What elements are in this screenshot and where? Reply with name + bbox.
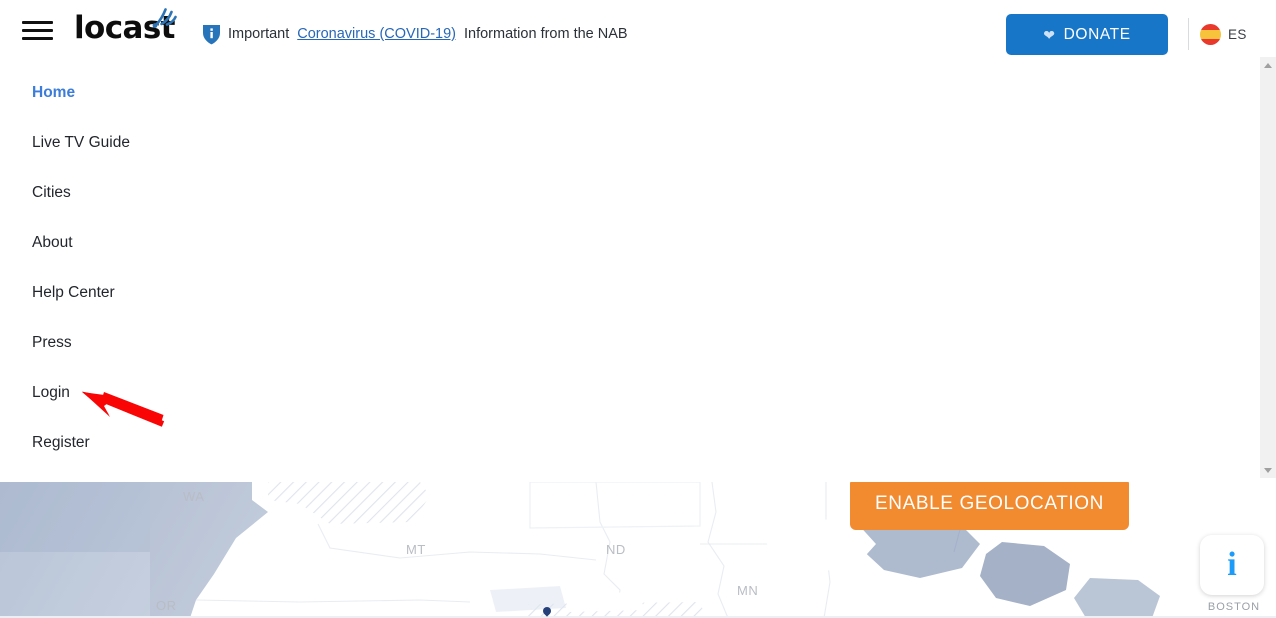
heart-icon: ❤	[1043, 26, 1056, 43]
vertical-scrollbar[interactable]	[1260, 57, 1276, 478]
header-divider	[1188, 18, 1189, 50]
enable-geolocation-button[interactable]: ENABLE GEOLOCATION	[850, 478, 1129, 530]
hamburger-bar	[22, 21, 53, 24]
menu-item-label: Live TV Guide	[32, 134, 130, 151]
scroll-down-arrow-icon[interactable]	[1260, 462, 1276, 478]
map-state-label-mt: MT	[406, 542, 426, 557]
menu-item-live-tv-guide[interactable]: Live TV Guide	[0, 118, 1232, 168]
menu-item-label: Register	[32, 434, 90, 451]
map-state-label-nd: ND	[606, 542, 626, 557]
flag-band	[1200, 29, 1221, 39]
broadcast-signal-icon	[152, 8, 177, 28]
city-name-label: BOSTON	[1207, 601, 1261, 613]
map-state-label-wa: WA	[183, 489, 205, 504]
spain-flag-icon	[1200, 23, 1221, 45]
donate-button[interactable]: ❤ DONATE	[1006, 14, 1168, 55]
covid-info-link[interactable]: Coronavirus (COVID-19)	[297, 26, 456, 42]
brand-logo[interactable]: locast	[74, 8, 177, 47]
covid-announcement-banner: Important Coronavirus (COVID-19) Informa…	[202, 22, 628, 46]
menu-item-label: Cities	[32, 184, 71, 201]
menu-item-register[interactable]: Register	[0, 418, 1232, 468]
menu-item-about[interactable]: About	[0, 218, 1232, 268]
info-shield-icon	[203, 24, 220, 44]
menu-item-label: About	[32, 234, 73, 251]
language-selector[interactable]: ES	[1200, 23, 1247, 45]
map-state-label-mn: MN	[737, 583, 759, 598]
info-i-icon: i	[1227, 546, 1237, 583]
banner-prefix-text: Important	[228, 26, 290, 42]
hamburger-bar	[22, 29, 53, 32]
site-header: locast Important Coronavirus (COVID-19) …	[0, 0, 1276, 68]
navigation-menu-list: Home Live TV Guide Cities About Help Cen…	[0, 68, 1232, 468]
menu-item-home[interactable]: Home	[0, 68, 1232, 118]
scroll-up-arrow-icon[interactable]	[1260, 57, 1276, 73]
menu-item-label: Home	[32, 84, 76, 101]
map-state-label-or: OR	[156, 598, 177, 613]
flag-band	[1200, 38, 1221, 45]
banner-suffix-text: Information from the NAB	[464, 26, 628, 42]
hamburger-bar	[22, 37, 53, 40]
menu-item-label: Help Center	[32, 284, 115, 301]
navigation-drawer: Home Live TV Guide Cities About Help Cen…	[0, 68, 1232, 482]
menu-item-help-center[interactable]: Help Center	[0, 268, 1232, 318]
menu-item-login[interactable]: Login	[0, 368, 1232, 418]
menu-item-label: Login	[32, 384, 70, 401]
city-info-button[interactable]: i	[1200, 535, 1264, 595]
browser-viewport: WA MT ND OR MN ENABLE GEOLOCATION i BOST…	[0, 0, 1276, 618]
menu-item-press[interactable]: Press	[0, 318, 1232, 368]
scrollbar-thumb[interactable]	[1260, 74, 1276, 460]
donate-label: DONATE	[1063, 25, 1131, 43]
language-code: ES	[1228, 26, 1247, 42]
menu-item-cities[interactable]: Cities	[0, 168, 1232, 218]
menu-item-label: Press	[32, 334, 72, 351]
hamburger-icon[interactable]	[22, 18, 54, 44]
